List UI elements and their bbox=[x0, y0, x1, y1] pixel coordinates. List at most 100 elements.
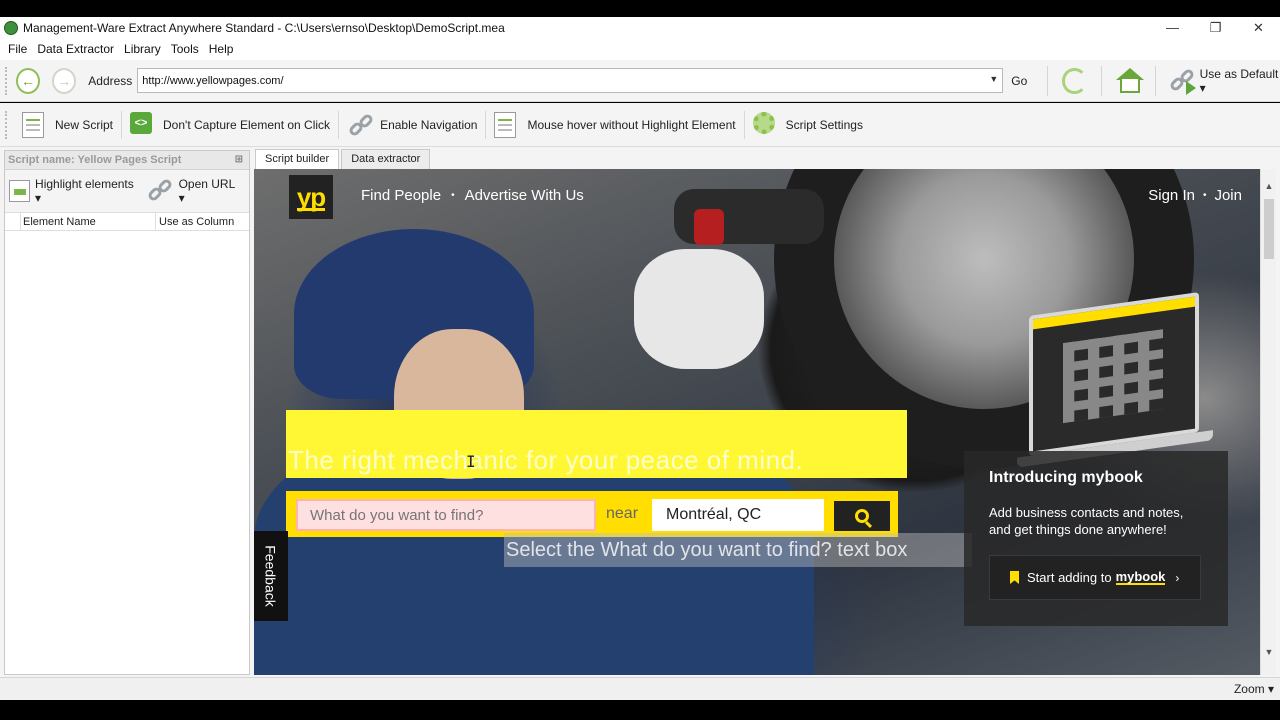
separator bbox=[743, 110, 745, 139]
column-element-name[interactable]: Element Name bbox=[21, 213, 156, 230]
panel-toolbar: Highlight elements ▾ Open URL ▾ bbox=[5, 170, 249, 212]
window-controls: — ❐ ✕ bbox=[1151, 17, 1280, 38]
back-button[interactable]: ← bbox=[15, 67, 41, 94]
refresh-icon[interactable] bbox=[1062, 67, 1087, 94]
mybook-card: Introducing mybook Add business contacts… bbox=[964, 451, 1228, 626]
menu-tools[interactable]: Tools bbox=[166, 42, 204, 56]
open-url-label: Open URL ▾ bbox=[178, 177, 235, 205]
column-use-as-column[interactable]: Use as Column bbox=[156, 213, 249, 230]
restore-button[interactable]: ❐ bbox=[1194, 17, 1237, 38]
new-script-button[interactable]: New Script bbox=[16, 105, 119, 145]
feedback-tab[interactable]: Feedback bbox=[254, 531, 288, 621]
chevron-down-icon[interactable]: ▼ bbox=[989, 74, 998, 84]
window-title: Management-Ware Extract Anywhere Standar… bbox=[23, 20, 505, 35]
pin-icon[interactable]: ⊞ bbox=[235, 154, 243, 165]
text-cursor-icon: I bbox=[466, 452, 476, 471]
home-icon[interactable] bbox=[1115, 67, 1144, 94]
highlight-elements-button[interactable]: Highlight elements ▾ bbox=[9, 177, 138, 205]
instruction-tooltip: Select the What do you want to find? tex… bbox=[504, 533, 972, 567]
browser-scrollbar[interactable]: ▲ ▼ bbox=[1260, 169, 1276, 675]
search-button[interactable] bbox=[834, 501, 890, 531]
nav-dot: • bbox=[1202, 190, 1207, 201]
start-mybook-button[interactable]: Start adding to mybook › bbox=[989, 555, 1201, 600]
close-button[interactable]: ✕ bbox=[1237, 17, 1280, 38]
view-tabs: Script builder Data extractor bbox=[255, 149, 432, 169]
separator bbox=[338, 110, 340, 139]
scroll-up-icon[interactable]: ▲ bbox=[1263, 181, 1275, 195]
go-button[interactable]: Go bbox=[1011, 74, 1027, 88]
hero-headline: The right mechanic for your peace of min… bbox=[288, 445, 804, 475]
arrow-left-icon: ← bbox=[21, 72, 35, 89]
cta-prefix: Start adding to bbox=[1027, 570, 1112, 585]
script-panel: Script name: Yellow Pages Script ⊞ Highl… bbox=[4, 150, 250, 675]
element-table-header: Element Name Use as Column bbox=[5, 212, 249, 231]
minimize-button[interactable]: — bbox=[1151, 17, 1194, 38]
navigation-bar: ← → Address ▼ Go Use as Default ▾ bbox=[0, 60, 1280, 102]
hero-glove bbox=[634, 249, 764, 369]
location-input[interactable] bbox=[652, 499, 824, 531]
mybook-description: Add business contacts and notes, and get… bbox=[989, 505, 1184, 537]
mouse-hover-label: Mouse hover without Highlight Element bbox=[527, 117, 736, 132]
script-name: Script name: Yellow Pages Script bbox=[8, 154, 182, 166]
forward-button[interactable]: → bbox=[52, 67, 77, 94]
new-document-icon bbox=[22, 111, 44, 138]
laptop-image bbox=[1017, 292, 1213, 468]
mouse-hover-button[interactable]: Mouse hover without Highlight Element bbox=[488, 105, 741, 145]
highlight-elements-label: Highlight elements ▾ bbox=[35, 177, 134, 205]
gear-icon bbox=[752, 111, 775, 134]
toolbar-grip[interactable] bbox=[5, 110, 8, 139]
use-as-default-button[interactable]: Use as Default ▾ bbox=[1168, 67, 1280, 95]
toolbar-grip[interactable] bbox=[5, 66, 8, 95]
menu-file[interactable]: File bbox=[3, 42, 32, 56]
highlight-icon bbox=[9, 180, 31, 202]
mybook-title: Introducing mybook bbox=[989, 469, 1143, 486]
search-icon bbox=[855, 509, 869, 523]
near-label: near bbox=[606, 505, 639, 522]
hero-wrench-trigger bbox=[694, 209, 724, 245]
link-icon bbox=[347, 112, 375, 138]
dont-capture-button[interactable]: <> Don't Capture Element on Click bbox=[124, 105, 336, 145]
nav-dot: • bbox=[451, 190, 455, 201]
script-settings-label: Script Settings bbox=[785, 117, 863, 132]
list-document-icon bbox=[494, 111, 517, 138]
embedded-browser[interactable]: yp Find People • Advertise With Us Sign … bbox=[254, 169, 1260, 675]
address-field[interactable]: ▼ bbox=[137, 68, 1004, 93]
chevron-right-icon: › bbox=[1175, 570, 1180, 585]
menu-data-extractor[interactable]: Data Extractor bbox=[32, 42, 119, 56]
menu-help[interactable]: Help bbox=[204, 42, 239, 56]
yp-logo[interactable]: yp bbox=[289, 175, 333, 219]
separator bbox=[1047, 65, 1049, 96]
tab-script-builder[interactable]: Script builder bbox=[255, 149, 340, 169]
link-icon bbox=[146, 177, 174, 205]
separator bbox=[1100, 65, 1102, 96]
sign-in-link[interactable]: Sign In bbox=[1148, 187, 1195, 204]
link-icon bbox=[1168, 67, 1196, 95]
use-as-default-label: Use as Default ▾ bbox=[1199, 66, 1279, 95]
screen-border bbox=[0, 700, 1280, 720]
search-input[interactable] bbox=[296, 499, 596, 531]
row-selector-header bbox=[5, 213, 21, 230]
cta-brand: mybook bbox=[1115, 569, 1166, 585]
enable-navigation-button[interactable]: Enable Navigation bbox=[341, 105, 483, 145]
tab-data-extractor[interactable]: Data extractor bbox=[341, 149, 431, 169]
nav-find-people[interactable]: Find People bbox=[361, 187, 441, 204]
bookmark-icon bbox=[1010, 571, 1019, 584]
site-auth: Sign In • Join bbox=[1148, 187, 1242, 204]
title-bar: Management-Ware Extract Anywhere Standar… bbox=[0, 17, 1280, 38]
open-url-button[interactable]: Open URL ▾ bbox=[146, 177, 241, 205]
address-input[interactable] bbox=[142, 74, 1003, 87]
script-settings-button[interactable]: Script Settings bbox=[747, 105, 869, 145]
script-toolbar: New Script <> Don't Capture Element on C… bbox=[0, 103, 1280, 147]
capture-icon: <> bbox=[130, 111, 153, 134]
nav-advertise[interactable]: Advertise With Us bbox=[465, 187, 584, 204]
scroll-thumb[interactable] bbox=[1264, 199, 1274, 259]
separator bbox=[1155, 65, 1157, 96]
menu-bar: File Data Extractor Library Tools Help bbox=[0, 38, 1280, 60]
scroll-down-icon[interactable]: ▼ bbox=[1263, 647, 1275, 661]
feedback-label: Feedback bbox=[263, 545, 280, 607]
join-link[interactable]: Join bbox=[1214, 187, 1242, 204]
separator bbox=[121, 110, 123, 139]
separator bbox=[485, 110, 487, 139]
menu-library[interactable]: Library bbox=[119, 42, 166, 56]
zoom-button[interactable]: Zoom ▾ bbox=[1234, 682, 1274, 696]
